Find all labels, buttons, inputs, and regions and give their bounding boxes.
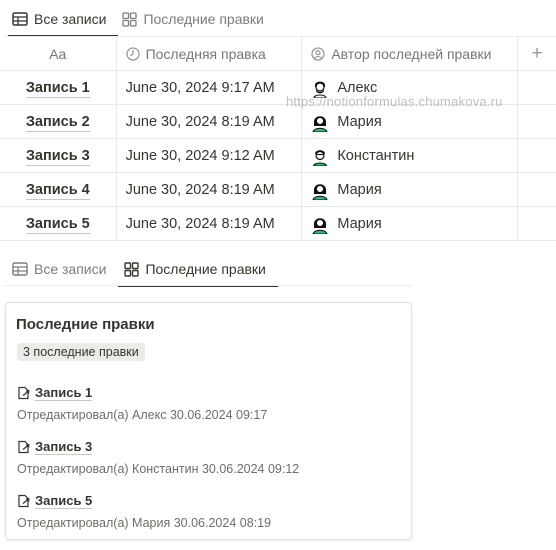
entry-title-link[interactable]: Запись 5 — [35, 493, 93, 509]
table-header-row: Aa Последняя правка Автор последней прав… — [0, 37, 556, 71]
column-header-last-edited[interactable]: Последняя правка — [116, 37, 303, 71]
record-name-cell[interactable]: Запись 5 — [0, 206, 117, 241]
tab-recent-edits[interactable]: Последние правки — [114, 252, 279, 287]
gallery-icon — [124, 261, 140, 277]
column-label: Автор последней правки — [331, 45, 492, 62]
last-edited-cell: June 30, 2024 8:19 AM — [116, 206, 303, 241]
table-row[interactable]: Запись 5 June 30, 2024 8:19 AM Мария — [0, 206, 556, 241]
tab-all-records[interactable]: Все записи — [4, 252, 114, 286]
plus-icon: + — [531, 42, 543, 64]
avatar-icon — [313, 149, 328, 166]
tab-label: Все записи — [34, 11, 107, 27]
table-icon — [12, 12, 28, 26]
last-editor-cell[interactable]: Алекс — [301, 70, 519, 105]
empty-cell — [517, 172, 556, 207]
tab-all-records[interactable]: Все записи — [4, 2, 119, 37]
table-row[interactable]: Запись 4 June 30, 2024 8:19 AM Мария — [0, 172, 556, 207]
last-edited-cell: June 30, 2024 8:19 AM — [116, 172, 303, 207]
record-name-cell[interactable]: Запись 1 — [0, 70, 117, 105]
record-name: Запись 5 — [25, 215, 90, 234]
recent-edit-entry: Запись 5 Отредактировал(а) Мария 30.06.2… — [17, 493, 271, 530]
entry-subtitle: Отредактировал(а) Константин 30.06.2024 … — [17, 462, 300, 476]
record-name-cell[interactable]: Запись 2 — [0, 104, 117, 139]
empty-cell — [517, 206, 556, 241]
table-row[interactable]: Запись 1 June 30, 2024 9:17 AM Алекс — [0, 70, 556, 105]
page-link-icon — [18, 494, 30, 508]
clock-icon — [125, 46, 140, 61]
last-editor-cell[interactable]: Мария — [301, 172, 519, 207]
column-label: Aa — [49, 45, 67, 62]
recent-edit-entry: Запись 1 Отредактировал(а) Алекс 30.06.2… — [17, 385, 267, 422]
recent-edits-tag: 3 последние правки — [17, 343, 145, 361]
recent-edits-card[interactable]: Последние правки 3 последние правки Запи… — [5, 302, 412, 540]
avatar-icon — [312, 115, 328, 132]
card-title: Последние правки — [16, 316, 155, 333]
page-link-icon — [18, 440, 30, 454]
bottom-view-tabs: Все записи Последние правки — [4, 252, 279, 287]
empty-cell — [517, 70, 556, 105]
last-edited-cell: June 30, 2024 8:19 AM — [116, 104, 303, 139]
entry-title-link[interactable]: Запись 1 — [35, 385, 93, 401]
last-editor-cell[interactable]: Мария — [301, 206, 519, 241]
empty-cell — [517, 138, 556, 173]
record-name: Запись 1 — [25, 79, 90, 98]
tab-label: Все записи — [34, 261, 107, 277]
table-row[interactable]: Запись 2 June 30, 2024 8:19 AM Мария — [0, 104, 556, 139]
author-name: Алекс — [337, 79, 378, 96]
record-name-cell[interactable]: Запись 4 — [0, 172, 117, 207]
last-edited-cell: June 30, 2024 9:12 AM — [116, 138, 303, 173]
gallery-icon — [122, 11, 138, 27]
entry-subtitle: Отредактировал(а) Алекс 30.06.2024 09:17 — [17, 408, 268, 422]
author-name: Мария — [337, 113, 382, 130]
author-name: Мария — [337, 215, 382, 232]
author-name: Мария — [337, 181, 382, 198]
entry-subtitle: Отредактировал(а) Мария 30.06.2024 08:19 — [17, 516, 272, 530]
last-edited-cell: June 30, 2024 9:17 AM — [116, 70, 303, 105]
table-row[interactable]: Запись 3 June 30, 2024 9:12 AM Константи… — [0, 138, 556, 173]
person-icon — [311, 46, 325, 61]
top-view-tabs: Все записи Последние правки — [4, 2, 272, 37]
empty-cell — [517, 104, 556, 139]
recent-edit-entry: Запись 3 Отредактировал(а) Константин 30… — [17, 439, 299, 476]
last-editor-cell[interactable]: Константин — [301, 138, 519, 173]
tabs-divider — [4, 285, 411, 286]
column-header-name[interactable]: Aa — [0, 37, 117, 71]
avatar-icon — [313, 81, 327, 98]
entry-title-link[interactable]: Запись 3 — [35, 439, 93, 455]
column-label: Последняя правка — [145, 45, 266, 62]
avatar-icon — [312, 217, 328, 234]
page-link-icon — [18, 386, 30, 400]
record-name-cell[interactable]: Запись 3 — [0, 138, 117, 173]
table-icon — [12, 262, 28, 276]
record-name: Запись 3 — [25, 147, 90, 166]
last-editor-cell[interactable]: Мария — [301, 104, 519, 139]
record-name: Запись 4 — [25, 181, 90, 200]
record-name: Запись 2 — [25, 113, 90, 132]
author-name: Константин — [337, 147, 415, 164]
avatar-icon — [312, 183, 328, 200]
tab-label: Последние правки — [143, 11, 264, 27]
column-header-last-editor[interactable]: Автор последней правки — [301, 37, 519, 71]
tab-label: Последние правки — [145, 261, 266, 277]
tab-recent-edits[interactable]: Последние правки — [114, 2, 271, 36]
records-table: Aa Последняя правка Автор последней прав… — [0, 37, 556, 241]
add-column-button[interactable]: + — [517, 37, 556, 71]
